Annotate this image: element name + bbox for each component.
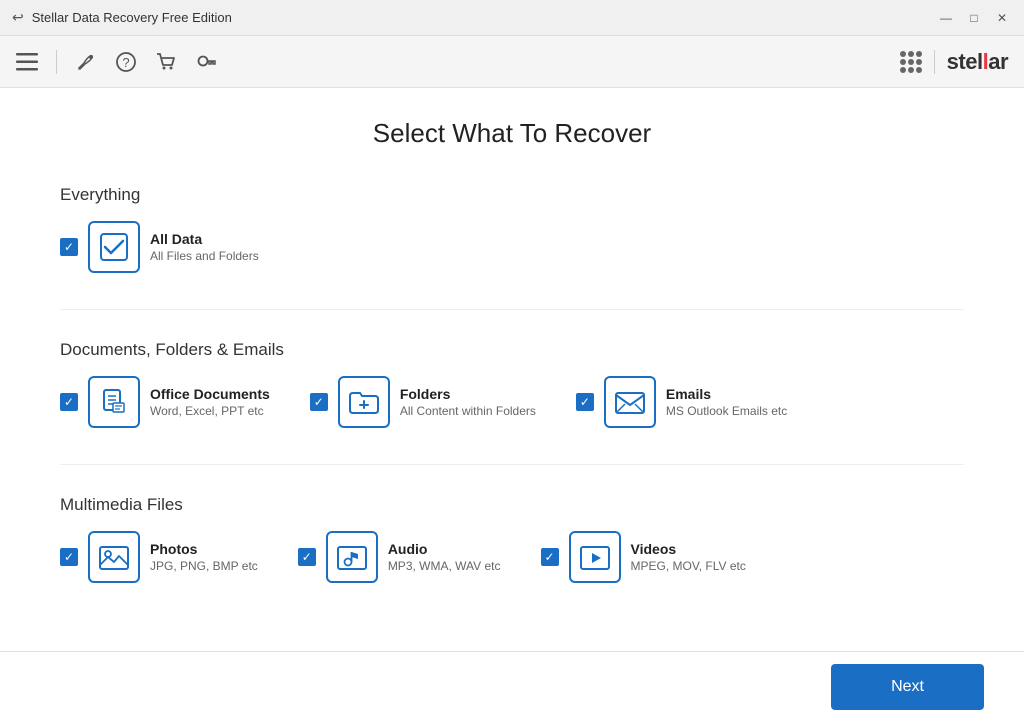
videos-item: ✓ Videos MPEG, MOV, FLV etc: [541, 531, 746, 583]
emails-info: Emails MS Outlook Emails etc: [666, 386, 787, 418]
folders-title: Folders: [400, 386, 536, 402]
audio-title: Audio: [388, 541, 501, 557]
all-data-checkbox[interactable]: ✓: [60, 238, 78, 256]
title-bar-controls: — □ ✕: [936, 8, 1012, 28]
emails-checkbox[interactable]: ✓: [576, 393, 594, 411]
apps-grid-icon[interactable]: [900, 51, 922, 73]
all-data-item: ✓ All Data All Files and Folders: [60, 221, 259, 273]
multimedia-items-row: ✓ Photos JPG, PNG, BMP etc ✓: [60, 531, 964, 583]
menu-icon[interactable]: [16, 53, 38, 71]
section-label-documents: Documents, Folders & Emails: [60, 340, 964, 360]
videos-title: Videos: [631, 541, 746, 557]
all-data-info: All Data All Files and Folders: [150, 231, 259, 263]
audio-checkbox[interactable]: ✓: [298, 548, 316, 566]
maximize-button[interactable]: □: [964, 8, 984, 28]
videos-subtitle: MPEG, MOV, FLV etc: [631, 559, 746, 573]
emails-title: Emails: [666, 386, 787, 402]
photos-subtitle: JPG, PNG, BMP etc: [150, 559, 258, 573]
footer: Next: [0, 651, 1024, 721]
office-documents-subtitle: Word, Excel, PPT etc: [150, 404, 270, 418]
next-button[interactable]: Next: [831, 664, 984, 710]
folders-info: Folders All Content within Folders: [400, 386, 536, 418]
videos-icon-box: [569, 531, 621, 583]
photos-checkbox[interactable]: ✓: [60, 548, 78, 566]
folders-icon-box: [338, 376, 390, 428]
title-bar-left: ↩ Stellar Data Recovery Free Edition: [12, 9, 232, 26]
emails-icon-box: [604, 376, 656, 428]
minimize-button[interactable]: —: [936, 8, 956, 28]
folders-subtitle: All Content within Folders: [400, 404, 536, 418]
key-icon[interactable]: [195, 51, 217, 73]
office-documents-info: Office Documents Word, Excel, PPT etc: [150, 386, 270, 418]
photos-item: ✓ Photos JPG, PNG, BMP etc: [60, 531, 258, 583]
back-icon: ↩: [12, 9, 24, 26]
main-content: Select What To Recover Everything ✓ All …: [0, 88, 1024, 651]
all-data-title: All Data: [150, 231, 259, 247]
everything-items-row: ✓ All Data All Files and Folders: [60, 221, 964, 273]
all-data-subtitle: All Files and Folders: [150, 249, 259, 263]
audio-icon-box: [326, 531, 378, 583]
title-bar: ↩ Stellar Data Recovery Free Edition — □…: [0, 0, 1024, 36]
toolbar-divider-1: [56, 50, 57, 74]
office-documents-title: Office Documents: [150, 386, 270, 402]
photos-title: Photos: [150, 541, 258, 557]
page-title: Select What To Recover: [60, 118, 964, 149]
toolbar-left: ?: [16, 50, 217, 74]
section-label-everything: Everything: [60, 185, 964, 205]
svg-text:?: ?: [122, 55, 129, 70]
audio-info: Audio MP3, WMA, WAV etc: [388, 541, 501, 573]
photos-info: Photos JPG, PNG, BMP etc: [150, 541, 258, 573]
cart-icon[interactable]: [155, 51, 177, 73]
audio-item: ✓ Audio MP3, WMA, WAV etc: [298, 531, 501, 583]
photos-icon-box: [88, 531, 140, 583]
all-data-icon-box: [88, 221, 140, 273]
emails-subtitle: MS Outlook Emails etc: [666, 404, 787, 418]
divider-2: [60, 464, 964, 465]
audio-subtitle: MP3, WMA, WAV etc: [388, 559, 501, 573]
help-icon[interactable]: ?: [115, 51, 137, 73]
pen-tool-icon[interactable]: [75, 51, 97, 73]
toolbar-right: stellar: [900, 49, 1008, 75]
toolbar: ? stellar: [0, 36, 1024, 88]
videos-info: Videos MPEG, MOV, FLV etc: [631, 541, 746, 573]
toolbar-divider-2: [934, 50, 935, 74]
stellar-logo: stellar: [947, 49, 1008, 75]
documents-items-row: ✓ Office Documents Word, Excel, PPT etc: [60, 376, 964, 428]
videos-checkbox[interactable]: ✓: [541, 548, 559, 566]
section-label-multimedia: Multimedia Files: [60, 495, 964, 515]
window-title: Stellar Data Recovery Free Edition: [32, 10, 232, 25]
close-button[interactable]: ✕: [992, 8, 1012, 28]
folders-checkbox[interactable]: ✓: [310, 393, 328, 411]
emails-item: ✓ Emails MS Outlook Emails etc: [576, 376, 787, 428]
office-documents-checkbox[interactable]: ✓: [60, 393, 78, 411]
office-documents-icon-box: [88, 376, 140, 428]
folders-item: ✓ Folders All Content within Folders: [310, 376, 536, 428]
divider-1: [60, 309, 964, 310]
office-documents-item: ✓ Office Documents Word, Excel, PPT etc: [60, 376, 270, 428]
